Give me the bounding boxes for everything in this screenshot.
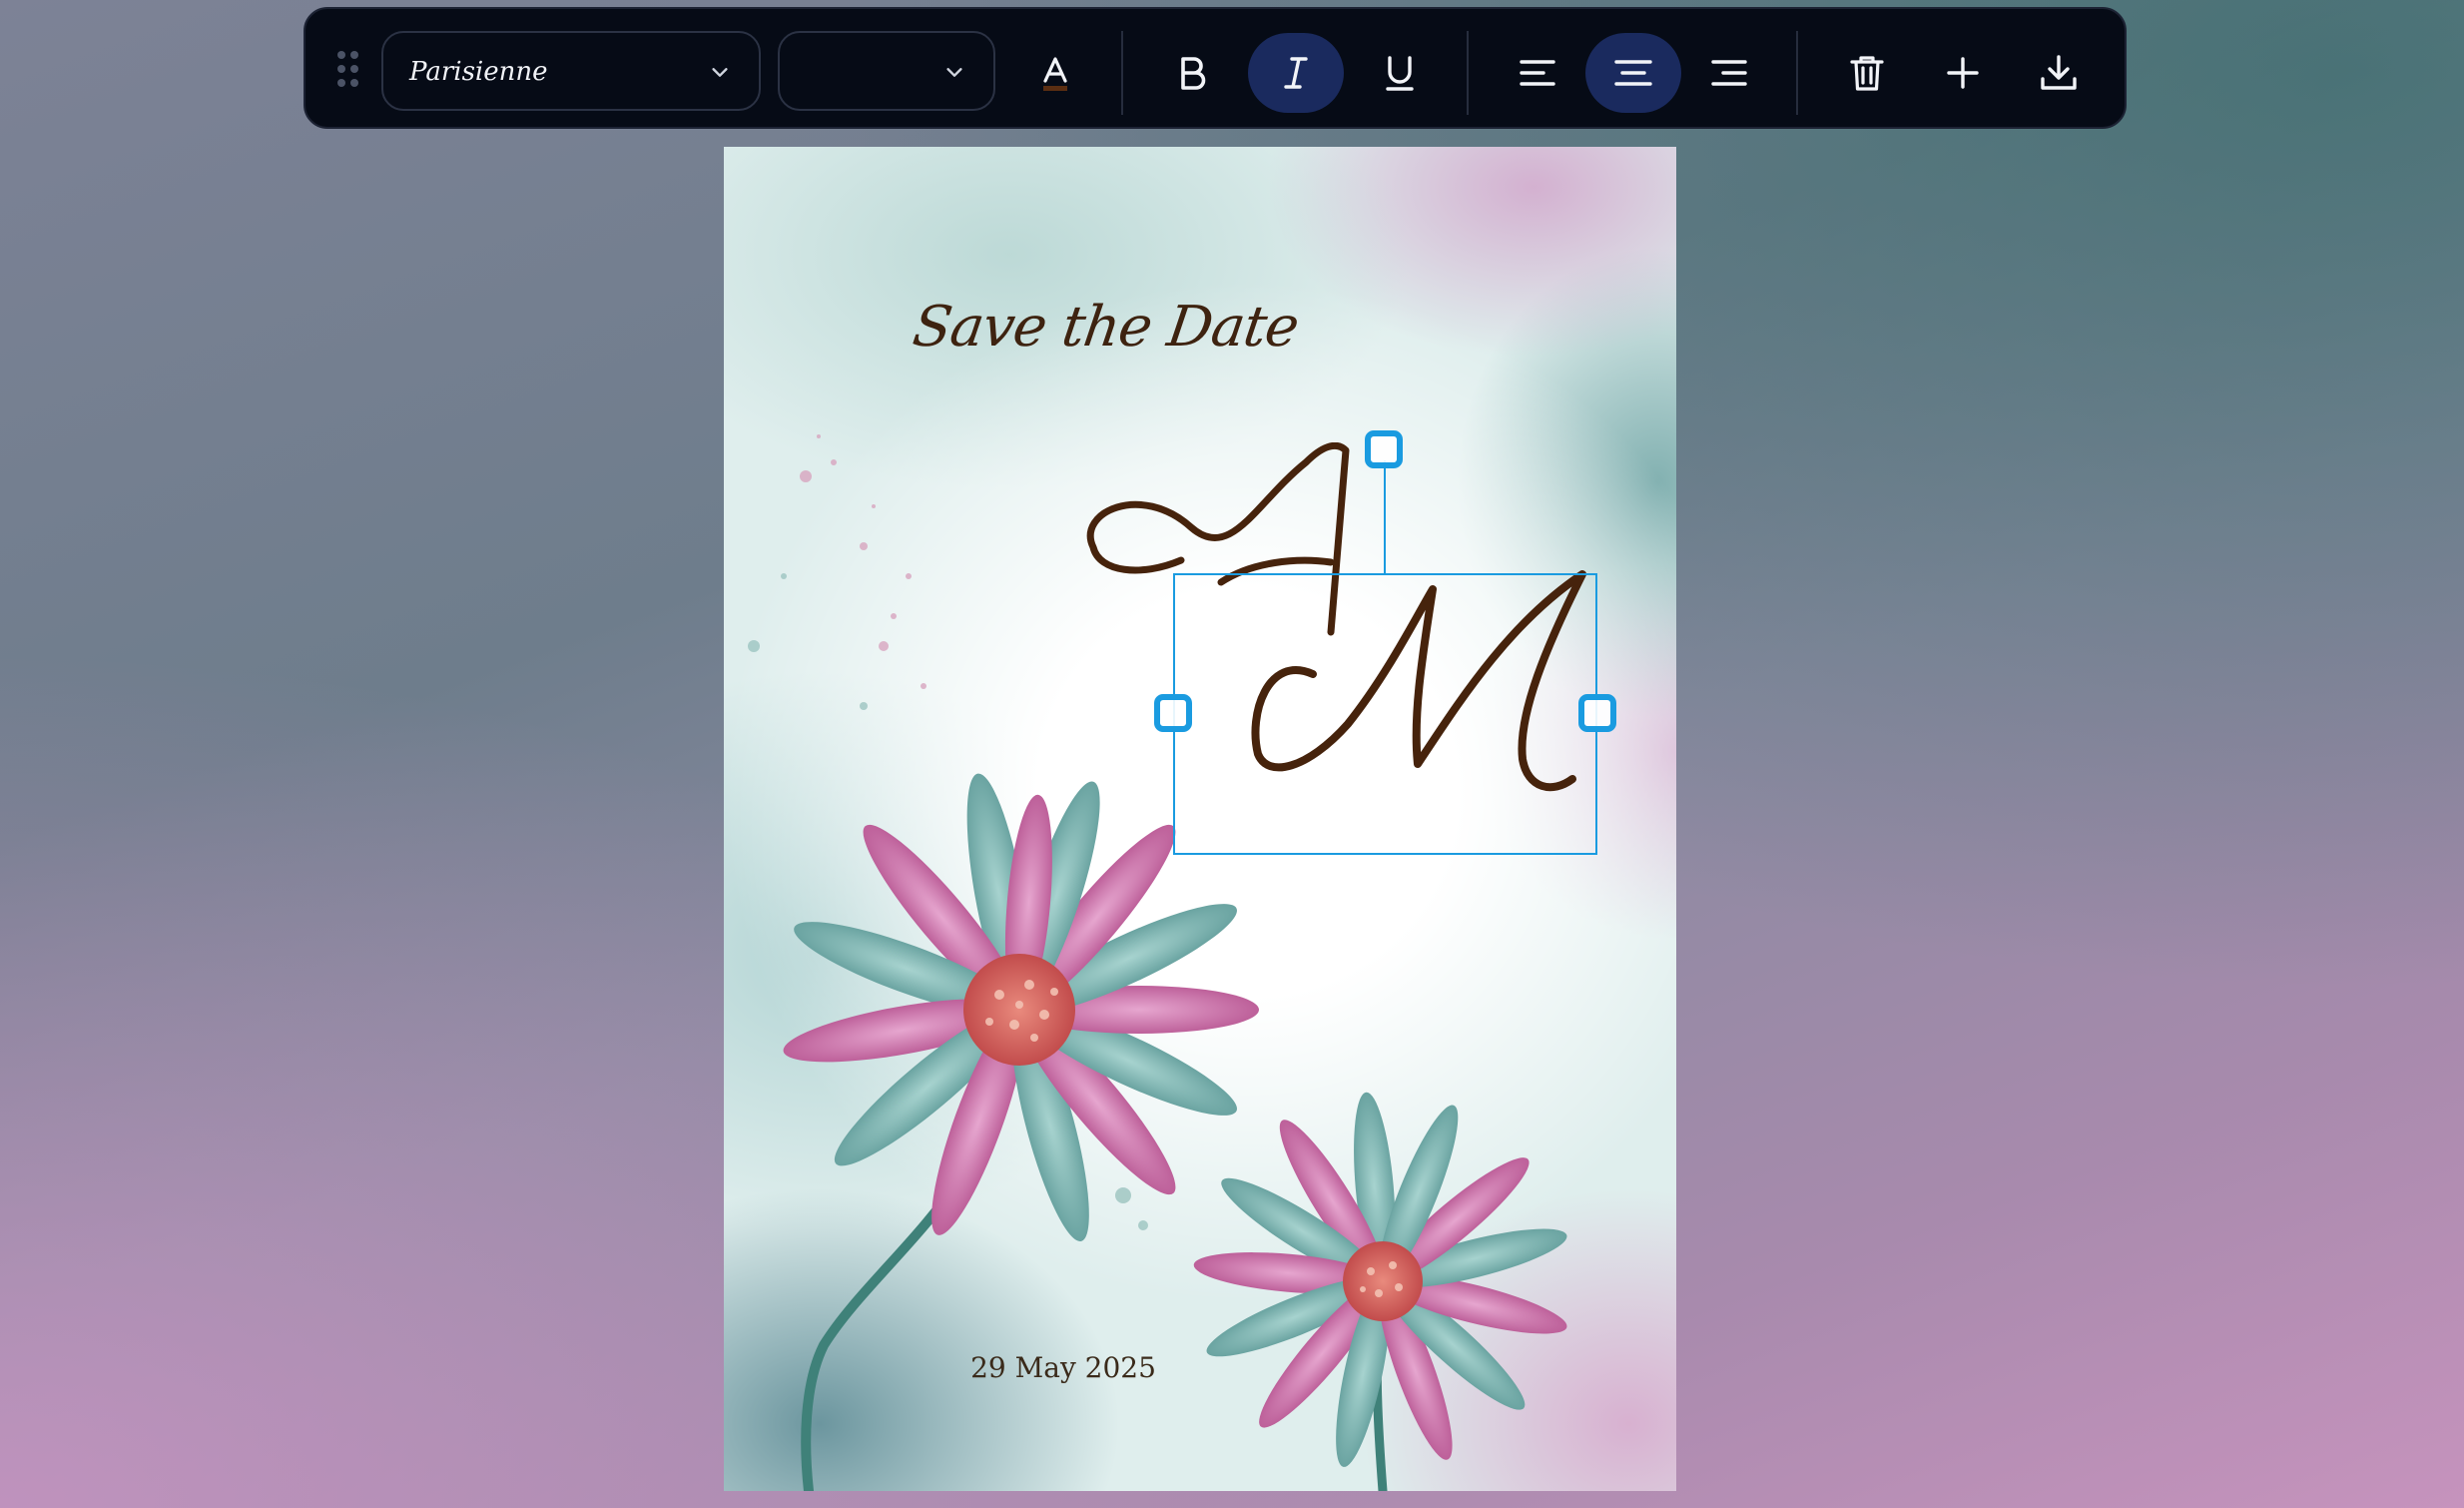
drag-handle-icon[interactable]	[337, 51, 361, 91]
download-icon	[2041, 55, 2077, 90]
bold-icon	[1181, 57, 1206, 90]
font-size-select[interactable]	[778, 31, 995, 111]
selection-box[interactable]	[1173, 573, 1597, 855]
resize-handle-right[interactable]	[1578, 694, 1616, 732]
underline-button[interactable]	[1352, 33, 1448, 113]
resize-handle-left[interactable]	[1154, 694, 1192, 732]
align-left-icon	[1520, 60, 1555, 86]
trash-icon	[1850, 56, 1884, 91]
save-the-date-heading[interactable]: Save the Date	[909, 295, 1302, 360]
rotate-handle[interactable]	[1365, 430, 1403, 468]
align-center-button[interactable]	[1585, 33, 1681, 113]
font-family-select[interactable]: Parisienne	[381, 31, 761, 111]
font-family-value: Parisienne	[409, 57, 548, 87]
add-button[interactable]	[1915, 33, 2011, 113]
rotate-handle-connector	[1384, 460, 1386, 573]
invitation-card[interactable]: Save the Date A M 29 May 2025	[724, 147, 1676, 1491]
toolbar-divider	[1796, 31, 1798, 115]
align-right-button[interactable]	[1681, 33, 1777, 113]
align-center-icon	[1614, 60, 1652, 86]
toolbar-divider	[1467, 31, 1469, 115]
download-button[interactable]	[2011, 33, 2107, 113]
italic-icon	[1284, 57, 1308, 89]
align-left-button[interactable]	[1490, 33, 1585, 113]
text-formatting-toolbar: Parisienne	[304, 7, 2127, 129]
italic-button[interactable]	[1248, 33, 1344, 113]
text-color-icon	[1043, 57, 1067, 91]
plus-icon	[1947, 57, 1979, 89]
toolbar-divider	[1121, 31, 1123, 115]
chevron-down-icon	[946, 68, 962, 77]
event-date[interactable]: 29 May 2025	[724, 1351, 1403, 1384]
underline-icon	[1386, 56, 1414, 91]
chevron-down-icon	[712, 68, 728, 77]
bold-button[interactable]	[1144, 33, 1240, 113]
delete-button[interactable]	[1819, 33, 1915, 113]
align-right-icon	[1711, 60, 1747, 86]
text-color-button[interactable]	[1007, 33, 1103, 113]
